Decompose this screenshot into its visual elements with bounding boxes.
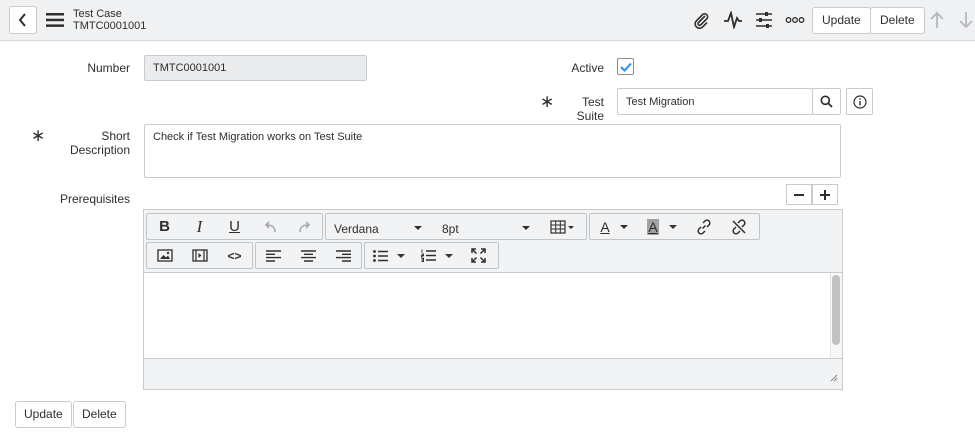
info-icon xyxy=(852,94,867,109)
number-field: TMTC0001001 xyxy=(144,55,367,81)
editor-content-area[interactable] xyxy=(144,272,842,359)
table-button[interactable] xyxy=(542,214,584,239)
color-link-group: A A xyxy=(589,213,760,240)
resize-grip-icon xyxy=(830,374,838,382)
numbered-list-icon xyxy=(421,249,436,262)
background-color-glyph: A xyxy=(647,218,659,235)
record-type-title: Test Case xyxy=(73,8,122,20)
text-color-button[interactable]: A xyxy=(590,214,638,239)
font-size-select[interactable]: 8pt xyxy=(442,222,459,236)
test-suite-input[interactable]: Test Migration xyxy=(617,88,813,115)
active-checkbox[interactable] xyxy=(617,58,634,75)
record-number-title: TMTC0001001 xyxy=(73,20,147,32)
background-color-button[interactable]: A xyxy=(638,214,686,239)
bold-button[interactable]: B xyxy=(147,214,182,239)
align-left-button[interactable] xyxy=(256,243,291,268)
format-group: B I U xyxy=(146,213,323,240)
font-group: Verdana 8pt xyxy=(325,213,587,240)
remove-link-button[interactable] xyxy=(721,214,756,239)
test-suite-label: Test Suite xyxy=(576,95,604,123)
fullscreen-icon xyxy=(471,248,486,263)
test-suite-lookup-button[interactable] xyxy=(812,88,841,115)
bullet-list-icon xyxy=(373,249,388,262)
redo-icon xyxy=(298,220,310,232)
paperclip-icon xyxy=(694,13,709,29)
plus-icon xyxy=(820,189,830,200)
editor-scrollbar-track[interactable] xyxy=(830,273,842,358)
more-dots-icon xyxy=(785,17,805,23)
header-update-button[interactable]: Update xyxy=(812,7,871,34)
font-family-select[interactable]: Verdana xyxy=(334,222,379,236)
checkmark-icon xyxy=(619,62,632,72)
source-code-button[interactable]: <> xyxy=(217,243,252,268)
redo-button[interactable] xyxy=(287,214,322,239)
update-button[interactable]: Update xyxy=(15,401,72,428)
chevron-down-icon xyxy=(397,253,405,258)
header-delete-button[interactable]: Delete xyxy=(870,7,925,34)
more-options-button[interactable] xyxy=(784,9,806,31)
expand-editor-button[interactable] xyxy=(812,184,838,205)
arrow-down-icon xyxy=(959,12,973,29)
text-color-glyph: A xyxy=(600,218,610,235)
align-center-button[interactable] xyxy=(291,243,326,268)
chevron-down-icon xyxy=(414,226,422,230)
pulse-icon xyxy=(724,11,742,29)
fullscreen-button[interactable] xyxy=(461,243,496,268)
number-label: Number xyxy=(87,61,130,75)
activity-stream-button[interactable] xyxy=(722,9,744,31)
bullet-list-button[interactable] xyxy=(365,243,413,268)
back-button[interactable] xyxy=(9,6,37,34)
previous-record-button[interactable] xyxy=(927,9,947,31)
form-header: Test Case TMTC0001001 Update Delete xyxy=(0,0,975,41)
undo-button[interactable] xyxy=(252,214,287,239)
insert-group: <> xyxy=(146,242,253,269)
shrink-editor-button[interactable] xyxy=(786,184,812,205)
delete-button[interactable]: Delete xyxy=(73,401,126,428)
image-icon xyxy=(156,249,173,262)
short-description-textarea[interactable]: Check if Test Migration works on Test Su… xyxy=(144,124,841,178)
minus-icon xyxy=(794,193,804,196)
align-right-button[interactable] xyxy=(326,243,361,268)
insert-media-button[interactable] xyxy=(182,243,217,268)
active-label: Active xyxy=(571,61,604,75)
short-description-label: Short Description xyxy=(69,129,130,157)
insert-link-button[interactable] xyxy=(686,214,721,239)
editor-scrollbar-thumb[interactable] xyxy=(832,275,840,345)
required-indicator: ∗ xyxy=(31,126,46,145)
italic-button[interactable]: I xyxy=(182,214,217,239)
resize-handle[interactable] xyxy=(830,371,838,385)
hamburger-icon xyxy=(46,13,64,27)
table-icon xyxy=(550,219,574,234)
required-indicator: ∗ xyxy=(540,92,555,111)
align-left-icon xyxy=(266,249,281,262)
undo-icon xyxy=(264,220,276,232)
align-center-icon xyxy=(301,249,316,262)
align-right-icon xyxy=(336,249,351,262)
next-record-button[interactable] xyxy=(956,9,975,31)
numbered-list-button[interactable] xyxy=(413,243,461,268)
personalize-form-button[interactable] xyxy=(753,9,775,31)
context-menu-button[interactable] xyxy=(44,8,66,32)
underline-button[interactable]: U xyxy=(217,214,252,239)
link-icon xyxy=(696,218,711,235)
prerequisites-label: Prerequisites xyxy=(59,192,130,206)
arrow-up-icon xyxy=(930,11,944,28)
chevron-down-icon xyxy=(619,224,628,229)
search-icon xyxy=(820,95,833,108)
chevron-down-icon xyxy=(668,224,677,229)
attachment-button[interactable] xyxy=(690,9,712,31)
chevron-down-icon xyxy=(522,226,530,230)
sliders-icon xyxy=(756,12,772,28)
chevron-left-icon xyxy=(18,13,26,27)
unlink-icon xyxy=(731,218,746,235)
video-icon xyxy=(191,249,208,262)
alignment-group xyxy=(255,242,362,269)
chevron-down-icon xyxy=(445,253,453,258)
insert-image-button[interactable] xyxy=(147,243,182,268)
test-suite-info-button[interactable] xyxy=(846,88,873,115)
list-group xyxy=(364,242,499,269)
prerequisites-editor: B I U Verdana 8pt A A <> xyxy=(143,209,843,390)
